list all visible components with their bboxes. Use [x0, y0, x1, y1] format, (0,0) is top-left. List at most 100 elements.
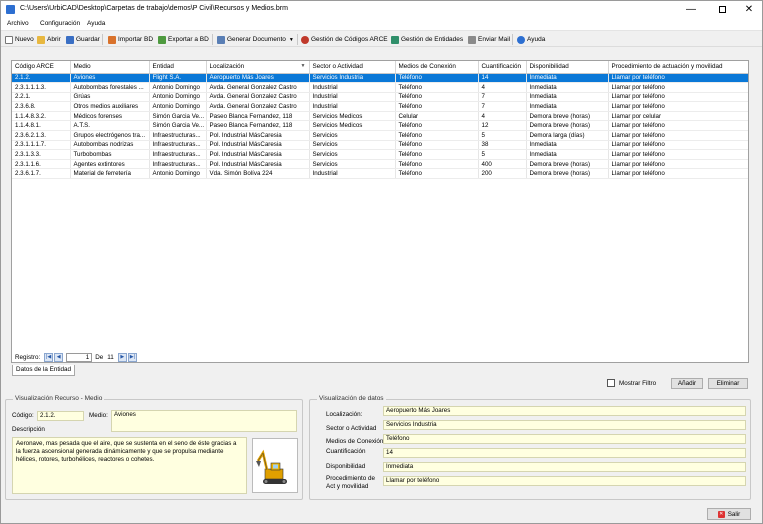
table-cell[interactable]: Paseo Blanca Fernandez, 118 — [206, 120, 310, 132]
table-cell[interactable]: Servicios — [309, 149, 396, 160]
exit-button[interactable]: ✕ Salir — [707, 508, 751, 520]
table-cell[interactable]: Demora breve (horas) — [526, 159, 609, 170]
chevron-down-icon[interactable]: ▼ — [289, 37, 294, 43]
table-cell[interactable]: 2.2.1. — [12, 92, 71, 103]
table-cell[interactable]: Teléfono — [395, 101, 479, 112]
column-header[interactable]: Cuantificación — [478, 61, 527, 74]
table-cell[interactable]: 5 — [478, 149, 527, 160]
table-cell[interactable]: Servicios — [309, 130, 396, 141]
table-cell[interactable]: 7 — [478, 101, 527, 112]
table-cell[interactable]: Grúas — [70, 92, 150, 103]
table-cell[interactable]: Demora larga (días) — [526, 130, 609, 141]
table-cell[interactable]: 2.1.2. — [12, 73, 71, 84]
table-cell[interactable]: Teléfono — [395, 159, 479, 170]
column-header[interactable]: Código ARCE — [12, 61, 71, 74]
table-cell[interactable]: Pol. Industrial MásCaresia — [206, 159, 310, 170]
table-cell[interactable]: Teléfono — [395, 168, 479, 180]
table-cell[interactable]: Servicios — [309, 159, 396, 170]
tab-datos-entidad[interactable]: Datos de la Entidad — [12, 365, 75, 376]
table-cell[interactable]: Material de ferretería — [70, 168, 150, 180]
table-cell[interactable]: 12 — [478, 120, 527, 132]
table-cell[interactable]: Llamar por teléfono — [608, 159, 748, 170]
table-cell[interactable]: Antonio Domingo — [149, 92, 207, 103]
table-cell[interactable]: Llamar por teléfono — [608, 168, 748, 180]
table-row[interactable]: 2.3.1.1.6. Agentes extintores Infraestruct… — [12, 159, 748, 170]
table-row[interactable]: 2.3.6.2.1.3. Grupos electrógenos tra... In… — [12, 130, 748, 141]
column-header[interactable]: Medios de Conexión — [395, 61, 479, 74]
gestion-entidades-button[interactable]: Gestión de Entidades — [391, 34, 463, 45]
description-field[interactable]: Aeronave, mas pesada que el aire, que se… — [12, 437, 247, 494]
code-field[interactable]: 2.1.2. — [37, 411, 84, 421]
table-cell[interactable]: 14 — [478, 73, 527, 84]
table-cell[interactable]: Demora breve (horas) — [526, 168, 609, 180]
table-cell[interactable]: Antonio Domingo — [149, 82, 207, 93]
table-cell[interactable]: 1.1.4.8.1. — [12, 120, 71, 132]
table-cell[interactable]: Pol. Industrial MásCaresia — [206, 130, 310, 141]
show-filter-checkbox[interactable] — [607, 379, 615, 387]
table-cell[interactable]: Demora breve (horas) — [526, 120, 609, 132]
table-cell[interactable]: Autobombas forestales ... — [70, 82, 150, 93]
table-cell[interactable]: Llamar por teléfono — [608, 73, 748, 84]
table-cell[interactable]: Teléfono — [395, 92, 479, 103]
table-cell[interactable]: Llamar por teléfono — [608, 82, 748, 93]
table-cell[interactable]: Teléfono — [395, 130, 479, 141]
table-cell[interactable]: Inmediata — [526, 101, 609, 112]
table-cell[interactable]: 400 — [478, 159, 527, 170]
sector-field[interactable]: Servicios Industria — [383, 420, 746, 430]
table-cell[interactable]: 2.3.1.1.6. — [12, 159, 71, 170]
ayuda-button[interactable]: Ayuda — [517, 34, 545, 45]
table-cell[interactable]: Pol. Industrial MásCaresia — [206, 140, 310, 151]
table-cell[interactable]: Industrial — [309, 92, 396, 103]
table-row[interactable]: 2.3.6.8. Otros medios auxiliares Antonio D… — [12, 101, 748, 112]
table-cell[interactable]: Inmediata — [526, 73, 609, 84]
minimize-button[interactable]: — — [678, 1, 704, 18]
table-cell[interactable]: Llamar por teléfono — [608, 149, 748, 160]
column-header[interactable]: Sector o Actividad — [309, 61, 396, 74]
table-cell[interactable]: Infraestructuras... — [149, 140, 207, 151]
disponibilidad-field[interactable]: Inmediata — [383, 462, 746, 472]
table-row[interactable]: 2.3.1.1.1.3. Autobombas forestales ... Ant… — [12, 82, 748, 93]
cuantificacion-field[interactable]: 14 — [383, 448, 746, 458]
importar-bd-button[interactable]: Importar BD — [108, 34, 153, 45]
table-row[interactable]: 2.3.6.1.7. Material de ferretería Antonio … — [12, 168, 748, 180]
delete-button[interactable]: Eliminar — [708, 378, 748, 389]
column-header[interactable]: Entidad — [149, 61, 207, 74]
table-row[interactable]: 2.3.1.3.3. Turbobombas Infraestructuras...… — [12, 149, 748, 160]
table-cell[interactable]: 38 — [478, 140, 527, 151]
table-cell[interactable]: Pol. Industrial MásCaresia — [206, 149, 310, 160]
maximize-button[interactable] — [709, 1, 735, 18]
table-cell[interactable]: Llamar por teléfono — [608, 101, 748, 112]
record-number-input[interactable]: 1 — [66, 352, 93, 362]
table-cell[interactable]: Industrial — [309, 168, 396, 180]
table-cell[interactable]: Servicios Industria — [309, 73, 396, 84]
table-cell[interactable]: Teléfono — [395, 140, 479, 151]
medio-field[interactable]: Aviones — [111, 410, 297, 432]
table-cell[interactable]: Antonio Domingo — [149, 168, 207, 180]
column-header[interactable]: Localización ▼ — [206, 61, 310, 74]
column-header[interactable]: Procedimiento de actuación y movilidad — [608, 61, 748, 74]
table-row[interactable]: 2.3.1.1.1.7. Autobombas nodrizas Infraestr… — [12, 140, 748, 151]
table-cell[interactable]: Inmediata — [526, 149, 609, 160]
enviar-mail-button[interactable]: Enviar Mail — [468, 34, 510, 45]
table-cell[interactable]: Flight S.A. — [149, 73, 207, 84]
resources-grid[interactable]: Código ARCE Medio Entidad Localización ▼ … — [11, 60, 749, 363]
last-record-button[interactable]: ▶| — [127, 352, 137, 362]
table-cell[interactable]: 7 — [478, 92, 527, 103]
table-cell[interactable]: Llamar por teléfono — [608, 92, 748, 103]
table-cell[interactable]: Celular — [395, 111, 479, 122]
table-cell[interactable]: Llamar por celular — [608, 111, 748, 122]
table-cell[interactable]: Inmediata — [526, 140, 609, 151]
table-cell[interactable]: Llamar por teléfono — [608, 130, 748, 141]
guardar-button[interactable]: Guardar — [66, 34, 100, 45]
exportar-bd-button[interactable]: Exportar a BD — [158, 34, 209, 45]
abrir-button[interactable]: Abrir — [37, 34, 61, 45]
table-cell[interactable]: Aeropuerto Más Joares — [206, 73, 310, 84]
table-cell[interactable]: 4 — [478, 111, 527, 122]
menu-ayuda[interactable]: Ayuda — [87, 20, 105, 27]
table-cell[interactable]: Servicios Medicos — [309, 111, 396, 122]
table-cell[interactable]: Llamar por teléfono — [608, 120, 748, 132]
localizacion-field[interactable]: Aeropuerto Más Joares — [383, 406, 746, 416]
table-row[interactable]: 1.1.4.8.3.2. Médicos forenses Simón Garcia… — [12, 111, 748, 122]
table-cell[interactable]: Paseo Blanca Fernandez, 118 — [206, 111, 310, 122]
table-cell[interactable]: Infraestructuras... — [149, 159, 207, 170]
